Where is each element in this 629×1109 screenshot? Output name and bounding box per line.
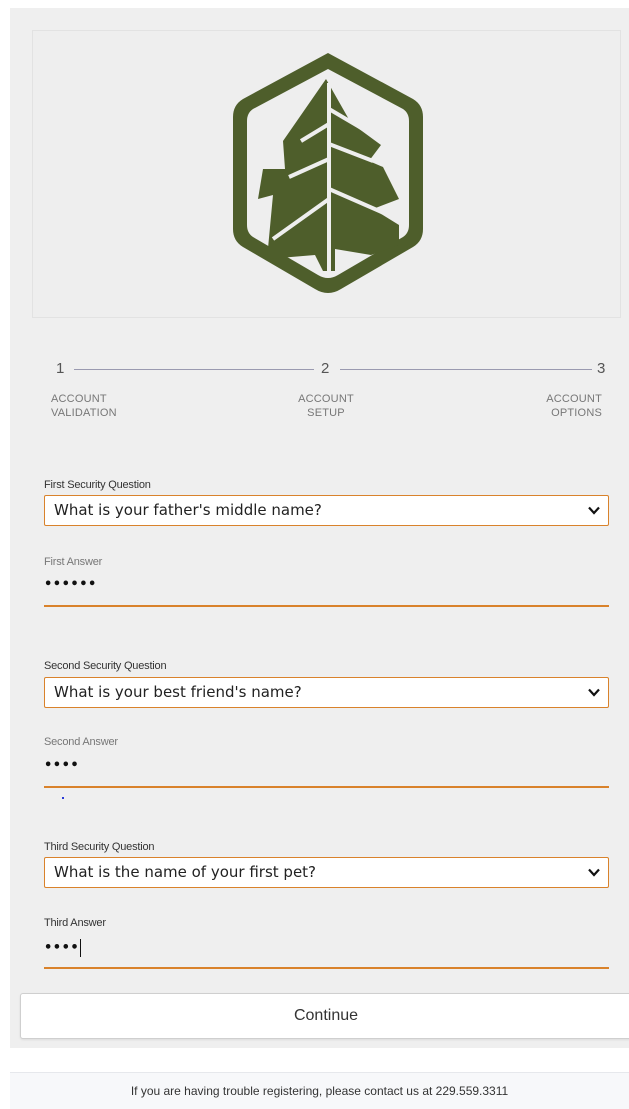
progress-stepper: 1 2 3 ACCOUNT VALIDATION ACCOUNT SETUP A…: [44, 360, 609, 430]
first-question-value: What is your father's middle name?: [54, 501, 322, 519]
first-answer-label: First Answer: [44, 556, 103, 568]
first-answer-value: ••••••: [44, 577, 97, 592]
second-question-label: Second Security Question: [44, 660, 167, 672]
help-footer: If you are having trouble registering, p…: [10, 1072, 629, 1109]
step-3-number: 3: [597, 360, 606, 377]
step-connector: [74, 369, 314, 370]
chevron-down-icon: [588, 506, 600, 515]
second-question-value: What is your best friend's name?: [54, 683, 302, 701]
step-1-label: ACCOUNT VALIDATION: [51, 392, 117, 420]
first-question-label: First Security Question: [44, 479, 151, 491]
third-question-select[interactable]: What is the name of your first pet?: [44, 857, 609, 888]
step-3-label-line2: OPTIONS: [551, 407, 602, 419]
first-answer-field[interactable]: ••••••: [44, 575, 609, 607]
chevron-down-icon: [588, 688, 600, 697]
third-answer-field[interactable]: ••••: [44, 937, 609, 969]
third-answer-value: ••••: [44, 939, 82, 957]
step-2-number: 2: [321, 360, 330, 377]
step-connector: [340, 369, 592, 370]
step-1-label-line2: VALIDATION: [51, 407, 117, 419]
third-answer-text: ••••: [44, 940, 80, 956]
text-cursor: [80, 939, 82, 957]
third-question-value: What is the name of your first pet?: [54, 863, 317, 881]
step-3-label-line1: ACCOUNT: [546, 393, 602, 405]
step-2-label-line2: SETUP: [307, 407, 345, 419]
second-answer-field[interactable]: ••••: [44, 756, 609, 788]
step-2-label-line1: ACCOUNT: [298, 393, 354, 405]
third-answer-label: Third Answer: [44, 917, 106, 929]
tree-hexagon-logo-icon: [233, 53, 423, 293]
step-1-number: 1: [56, 360, 65, 377]
continue-button[interactable]: Continue: [20, 993, 629, 1039]
first-question-select[interactable]: What is your father's middle name?: [44, 495, 609, 526]
second-question-select[interactable]: What is your best friend's name?: [44, 677, 609, 708]
step-2-label: ACCOUNT SETUP: [296, 392, 356, 420]
step-3-label: ACCOUNT OPTIONS: [546, 392, 602, 420]
second-answer-label: Second Answer: [44, 736, 118, 748]
second-answer-value: ••••: [44, 758, 80, 773]
logo-banner: [32, 30, 621, 318]
third-question-label: Third Security Question: [44, 841, 155, 853]
chevron-down-icon: [588, 868, 600, 877]
step-1-label-line1: ACCOUNT: [51, 393, 107, 405]
focus-dot: [62, 797, 64, 799]
